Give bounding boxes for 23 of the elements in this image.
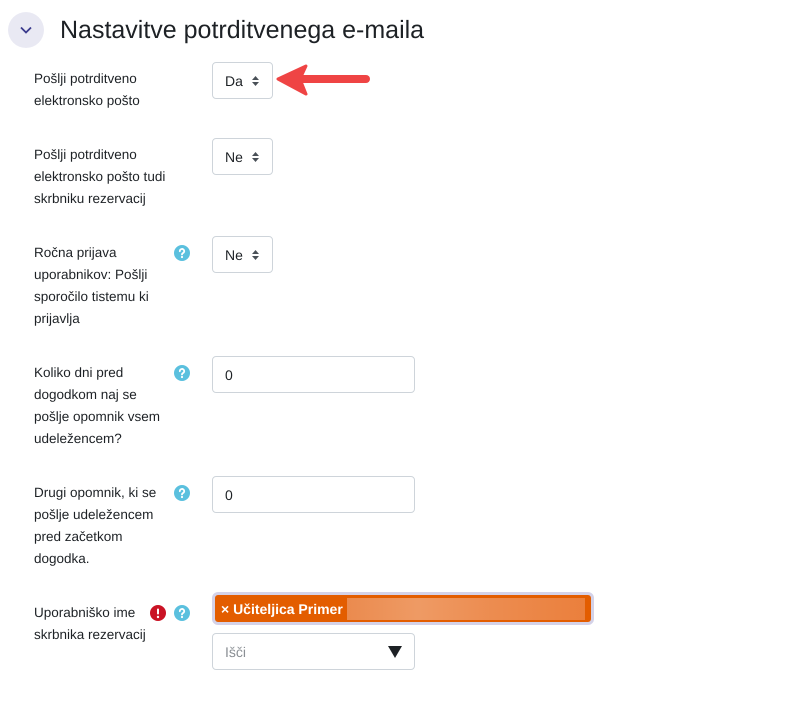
- field-label: Pošlji potrditveno elektronsko pošto tudi skrbniku rezervacij: [34, 146, 166, 208]
- select-dropdown[interactable]: Ne: [212, 138, 273, 175]
- section-title: Nastavitve potrditvenega e-maila: [60, 16, 424, 44]
- collapse-toggle[interactable]: [8, 12, 44, 48]
- field-label: Uporabniško ime skrbnika rezervacij: [34, 604, 147, 644]
- help-icon[interactable]: [174, 365, 190, 381]
- field-label: Koliko dni pred dogodkom naj se pošlje opomnik vsem udeležencem?: [34, 364, 162, 448]
- select-dropdown[interactable]: Ne: [212, 236, 273, 273]
- search-placeholder: Išči: [225, 644, 246, 660]
- sort-icon: [250, 74, 260, 86]
- sort-icon: [250, 150, 260, 162]
- help-icon[interactable]: [174, 245, 190, 261]
- input-field[interactable]: 0: [212, 356, 415, 393]
- help-icon[interactable]: [174, 485, 190, 501]
- sort-icon: [250, 248, 260, 260]
- field-label: Pošlji potrditveno elektronsko pošto: [34, 70, 141, 110]
- dropdown-arrow-icon: [388, 646, 402, 658]
- input-field[interactable]: 0: [212, 476, 415, 513]
- help-icon[interactable]: [174, 605, 190, 621]
- user-tag[interactable]: × Učiteljica Primer: [221, 600, 343, 616]
- field-label: Ročna prijava uporabnikov: Pošlji sporočilo tistemu ki prijavlja: [34, 244, 150, 328]
- field-label: Drugi opomnik, ki se pošlje udeležencem pred začetkom dogodka.: [34, 484, 158, 568]
- select-dropdown[interactable]: Da: [212, 62, 273, 99]
